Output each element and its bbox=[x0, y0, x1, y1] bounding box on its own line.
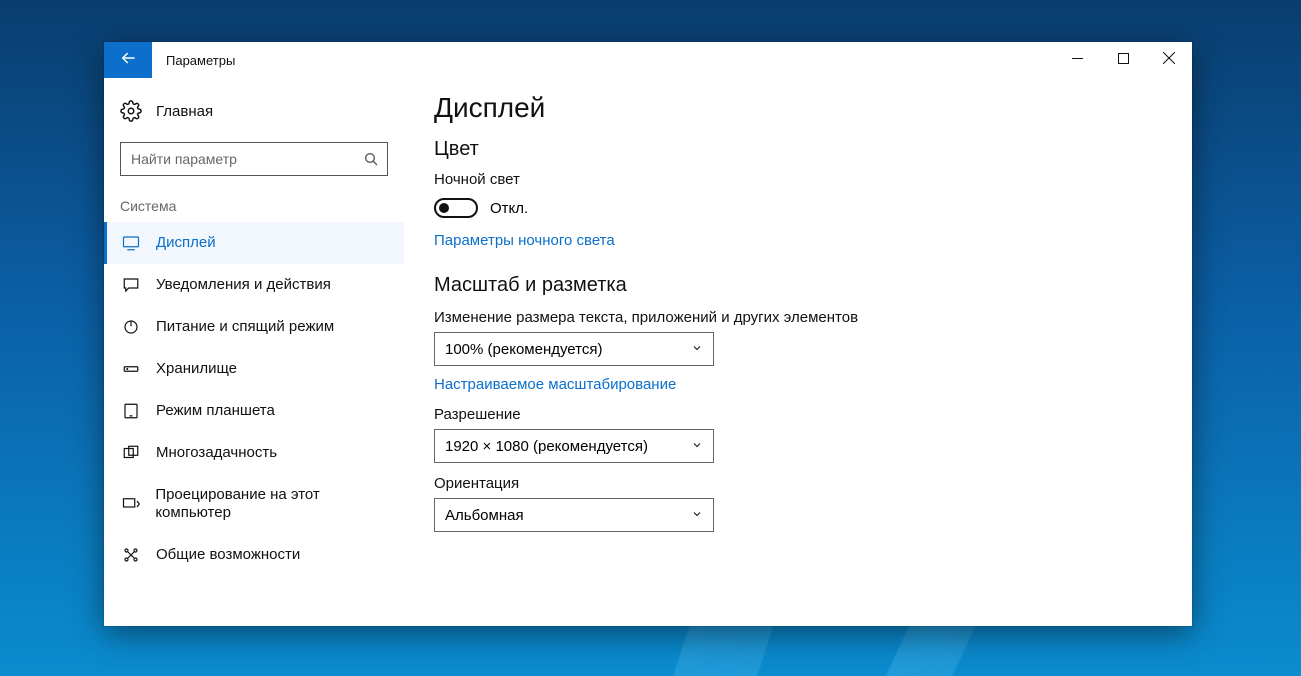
maximize-icon bbox=[1118, 51, 1129, 69]
page-title: Дисплей bbox=[434, 92, 1162, 124]
night-light-toggle-row: Откл. bbox=[434, 198, 1162, 218]
monitor-icon bbox=[120, 234, 142, 252]
back-button[interactable] bbox=[104, 42, 152, 78]
custom-scale-link[interactable]: Настраиваемое масштабирование bbox=[434, 376, 676, 393]
night-light-settings-link[interactable]: Параметры ночного света bbox=[434, 232, 615, 249]
titlebar: Параметры bbox=[104, 42, 1192, 78]
sidebar-item-label: Уведомления и действия bbox=[156, 276, 331, 294]
sidebar-item-label: Общие возможности bbox=[156, 546, 300, 564]
section-scale-heading: Масштаб и разметка bbox=[434, 274, 1162, 297]
close-icon bbox=[1163, 51, 1175, 69]
maximize-button[interactable] bbox=[1100, 42, 1146, 78]
window-body: Главная Система Дисплей bbox=[104, 78, 1192, 626]
settings-window: Параметры bbox=[104, 42, 1192, 626]
section-color-heading: Цвет bbox=[434, 138, 1162, 161]
sidebar-item-notifications[interactable]: Уведомления и действия bbox=[104, 264, 404, 306]
speech-bubble-icon bbox=[120, 276, 142, 294]
sidebar-item-label: Режим планшета bbox=[156, 402, 275, 420]
sidebar-item-power[interactable]: Питание и спящий режим bbox=[104, 306, 404, 348]
minimize-icon bbox=[1072, 51, 1083, 69]
close-button[interactable] bbox=[1146, 42, 1192, 78]
tablet-icon bbox=[120, 402, 142, 420]
desktop-background: Параметры bbox=[0, 0, 1301, 676]
chevron-down-icon bbox=[691, 438, 703, 455]
sidebar: Главная Система Дисплей bbox=[104, 78, 404, 626]
sidebar-home[interactable]: Главная bbox=[104, 90, 404, 132]
sidebar-item-multitasking[interactable]: Многозадачность bbox=[104, 432, 404, 474]
orientation-select[interactable]: Альбомная bbox=[434, 498, 714, 532]
scale-label: Изменение размера текста, приложений и д… bbox=[434, 309, 1162, 326]
sidebar-item-shared[interactable]: Общие возможности bbox=[104, 534, 404, 576]
sidebar-item-tablet[interactable]: Режим планшета bbox=[104, 390, 404, 432]
search-input[interactable] bbox=[131, 151, 363, 167]
night-light-toggle[interactable] bbox=[434, 198, 478, 218]
search-input-wrapper[interactable] bbox=[120, 142, 388, 176]
sidebar-item-storage[interactable]: Хранилище bbox=[104, 348, 404, 390]
sidebar-home-label: Главная bbox=[156, 103, 213, 120]
sidebar-item-label: Дисплей bbox=[156, 234, 216, 252]
sidebar-item-projecting[interactable]: Проецирование на этот компьютер bbox=[104, 474, 404, 534]
window-title: Параметры bbox=[152, 42, 235, 78]
resolution-select[interactable]: 1920 × 1080 (рекомендуется) bbox=[434, 429, 714, 463]
power-icon bbox=[120, 318, 142, 336]
project-icon bbox=[120, 495, 141, 513]
search-icon bbox=[363, 151, 379, 167]
resolution-label: Разрешение bbox=[434, 406, 1162, 423]
sidebar-item-label: Многозадачность bbox=[156, 444, 277, 462]
drive-icon bbox=[120, 360, 142, 378]
chevron-down-icon bbox=[691, 507, 703, 524]
arrow-left-icon bbox=[119, 49, 137, 72]
sidebar-category: Система bbox=[104, 192, 404, 222]
share-icon bbox=[120, 546, 142, 564]
night-light-label: Ночной свет bbox=[434, 171, 1162, 188]
gear-icon bbox=[120, 100, 142, 122]
orientation-label: Ориентация bbox=[434, 475, 1162, 492]
night-light-state: Откл. bbox=[490, 200, 528, 217]
sidebar-item-label: Питание и спящий режим bbox=[156, 318, 334, 336]
window-controls bbox=[1054, 42, 1192, 78]
content-area: Дисплей Цвет Ночной свет Откл. Параметры… bbox=[404, 78, 1192, 626]
resolution-select-value: 1920 × 1080 (рекомендуется) bbox=[445, 438, 648, 455]
scale-select-value: 100% (рекомендуется) bbox=[445, 341, 602, 358]
minimize-button[interactable] bbox=[1054, 42, 1100, 78]
chevron-down-icon bbox=[691, 341, 703, 358]
sidebar-item-label: Хранилище bbox=[156, 360, 237, 378]
scale-select[interactable]: 100% (рекомендуется) bbox=[434, 332, 714, 366]
orientation-select-value: Альбомная bbox=[445, 507, 524, 524]
sidebar-list: Дисплей Уведомления и действия Питание и… bbox=[104, 222, 404, 576]
sidebar-item-label: Проецирование на этот компьютер bbox=[155, 486, 392, 522]
sidebar-item-display[interactable]: Дисплей bbox=[104, 222, 404, 264]
multitasking-icon bbox=[120, 444, 142, 462]
